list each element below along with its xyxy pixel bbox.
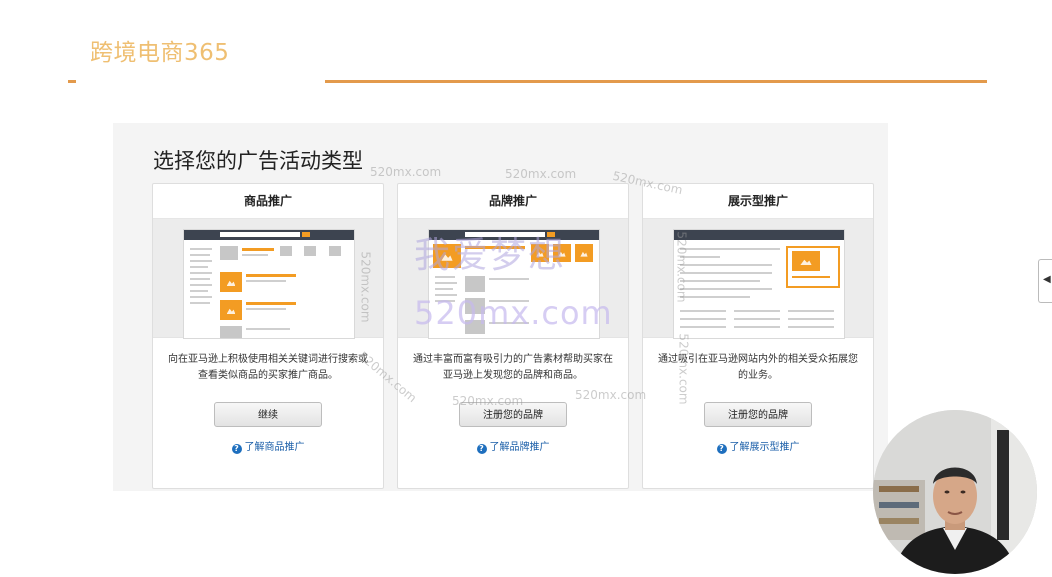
learn-more-label[interactable]: 了解品牌推广 [490, 442, 550, 453]
watermark-domain: 520mx.com [414, 294, 613, 332]
learn-more-link[interactable]: ? 了解商品推广 [153, 438, 383, 454]
header-rule-left [68, 80, 76, 83]
watermark-small: 520mx.com [505, 167, 577, 181]
watermark-small: 520mx.com [575, 388, 647, 402]
presenter-avatar [873, 410, 1037, 574]
card-title: 品牌推广 [398, 184, 628, 219]
side-collapse-tab[interactable]: ◀ [1038, 259, 1052, 303]
watermark-small: 520mx.com [358, 251, 373, 323]
learn-more-link[interactable]: ? 了解品牌推广 [398, 438, 628, 454]
sponsored-products-illustration [153, 219, 383, 339]
learn-more-label[interactable]: 了解展示型推广 [730, 442, 800, 453]
continue-button[interactable]: 继续 [214, 402, 322, 427]
help-icon: ? [231, 444, 242, 454]
webcam-presenter [873, 410, 1037, 574]
page-title: 选择您的广告活动类型 [153, 149, 363, 173]
brand-logo-text: 跨境电商365 [90, 40, 230, 66]
card-title: 商品推广 [153, 184, 383, 219]
learn-more-label[interactable]: 了解商品推广 [245, 442, 305, 453]
register-brand-button[interactable]: 注册您的品牌 [704, 402, 812, 427]
help-icon: ? [716, 444, 727, 454]
card-description: 向在亚马逊上积极使用相关关键词进行搜索或查看类似商品的买家推广商品。 [168, 354, 368, 381]
learn-more-link[interactable]: ? 了解展示型推广 [643, 438, 873, 454]
watermark-text: 我爱梦想 [414, 235, 567, 276]
header-rule [325, 80, 987, 83]
card-description: 通过丰富而富有吸引力的广告素材帮助买家在亚马逊上发现您的品牌和商品。 [413, 354, 613, 381]
help-icon: ? [476, 444, 487, 454]
watermark-small: 520mx.com [674, 231, 689, 303]
card-sponsored-products: 商品推广 向在亚马逊上积极使用相关关键词进行搜索或查看类似商品的买家推广商品。 … [152, 183, 384, 489]
watermark-small: 520mx.com [370, 165, 442, 179]
watermark-small: 520mx.com [676, 333, 691, 405]
chevron-left-icon: ◀ [1043, 274, 1051, 285]
watermark-small: 520mx.com [452, 394, 524, 408]
